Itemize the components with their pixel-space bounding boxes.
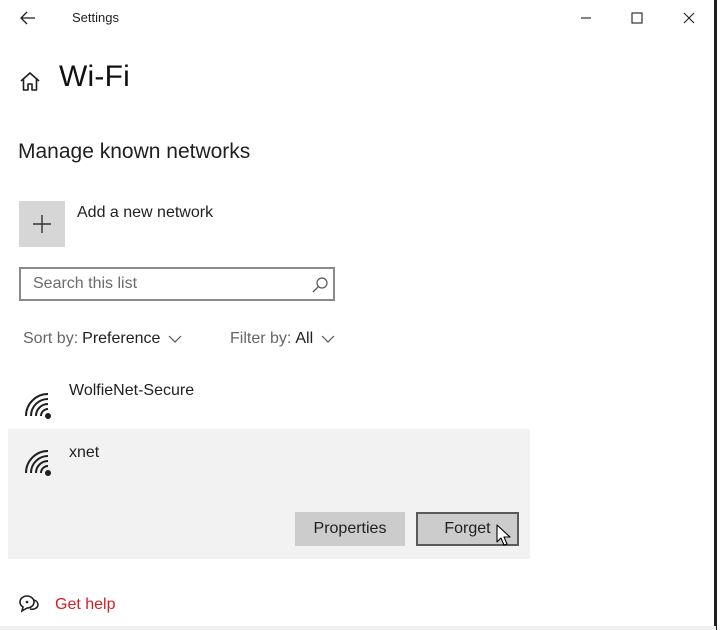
help-chat-icon	[19, 595, 39, 613]
sort-dropdown[interactable]: Sort by: Preference	[23, 330, 182, 348]
network-name: WolfieNet-Secure	[69, 382, 195, 399]
close-icon	[683, 12, 695, 24]
get-help-link[interactable]: Get help	[55, 596, 115, 614]
search-input[interactable]	[21, 269, 313, 299]
mouse-pointer-icon	[496, 524, 511, 546]
home-icon	[20, 72, 40, 91]
search-icon[interactable]	[311, 276, 329, 294]
section-title: Manage known networks	[18, 140, 251, 163]
minimize-button[interactable]	[562, 0, 610, 36]
add-network-button[interactable]	[19, 201, 65, 247]
back-button[interactable]	[12, 4, 44, 32]
title-bar: Settings	[0, 0, 714, 38]
window-bottom-edge	[0, 626, 716, 630]
window-border	[714, 0, 717, 630]
sort-value: Preference	[82, 330, 161, 347]
network-name: xnet	[69, 444, 100, 461]
filter-label: Filter by:	[230, 330, 292, 347]
maximize-button[interactable]	[613, 0, 661, 36]
settings-window: Settings Wi-Fi Manage known networks Add…	[0, 0, 716, 630]
properties-button[interactable]: Properties	[295, 512, 405, 546]
close-button[interactable]	[665, 0, 713, 36]
filter-value: All	[295, 330, 314, 347]
minimize-icon	[581, 17, 591, 19]
wifi-secured-icon	[25, 450, 51, 476]
sort-label: Sort by:	[23, 330, 79, 347]
chevron-down-icon	[321, 335, 335, 343]
filter-dropdown[interactable]: Filter by: All	[230, 330, 335, 348]
plus-icon	[33, 215, 51, 233]
page-title: Wi-Fi	[59, 60, 130, 93]
add-network-label[interactable]: Add a new network	[77, 204, 213, 222]
wifi-secured-icon	[25, 393, 51, 419]
network-item[interactable]: WolfieNet-Secure	[8, 372, 530, 428]
chevron-down-icon	[168, 335, 182, 343]
app-title: Settings	[72, 10, 119, 25]
network-item-selected[interactable]: xnet Properties Forget	[8, 429, 530, 559]
maximize-icon	[631, 12, 643, 24]
search-box	[19, 267, 335, 301]
back-arrow-icon	[20, 11, 35, 25]
